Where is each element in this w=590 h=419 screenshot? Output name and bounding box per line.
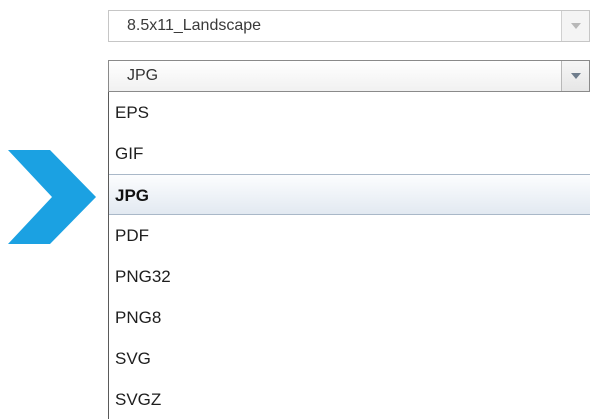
export-panel: 8.5x11_Landscape JPG EPS GIF JPG PDF PNG… (0, 0, 590, 419)
format-dropdown-button[interactable] (561, 61, 589, 91)
format-option-pdf[interactable]: PDF (109, 215, 590, 256)
format-option-eps[interactable]: EPS (109, 92, 590, 133)
chevron-down-icon (571, 23, 581, 29)
chevron-down-icon (571, 73, 581, 79)
paper-size-value: 8.5x11_Landscape (127, 17, 262, 34)
format-option-png8[interactable]: PNG8 (109, 297, 590, 338)
paper-size-select[interactable]: 8.5x11_Landscape (108, 10, 590, 42)
format-option-svg[interactable]: SVG (109, 338, 590, 379)
format-option-jpg[interactable]: JPG (109, 174, 590, 215)
format-dropdown-list: EPS GIF JPG PDF PNG32 PNG8 SVG SVGZ (108, 92, 590, 419)
paper-size-dropdown-button[interactable] (561, 11, 589, 41)
format-option-png32[interactable]: PNG32 (109, 256, 590, 297)
format-select[interactable]: JPG (108, 60, 590, 92)
chevron-right-icon (8, 150, 96, 244)
format-option-svgz[interactable]: SVGZ (109, 379, 590, 419)
format-value: JPG (127, 67, 159, 84)
format-option-gif[interactable]: GIF (109, 133, 590, 174)
